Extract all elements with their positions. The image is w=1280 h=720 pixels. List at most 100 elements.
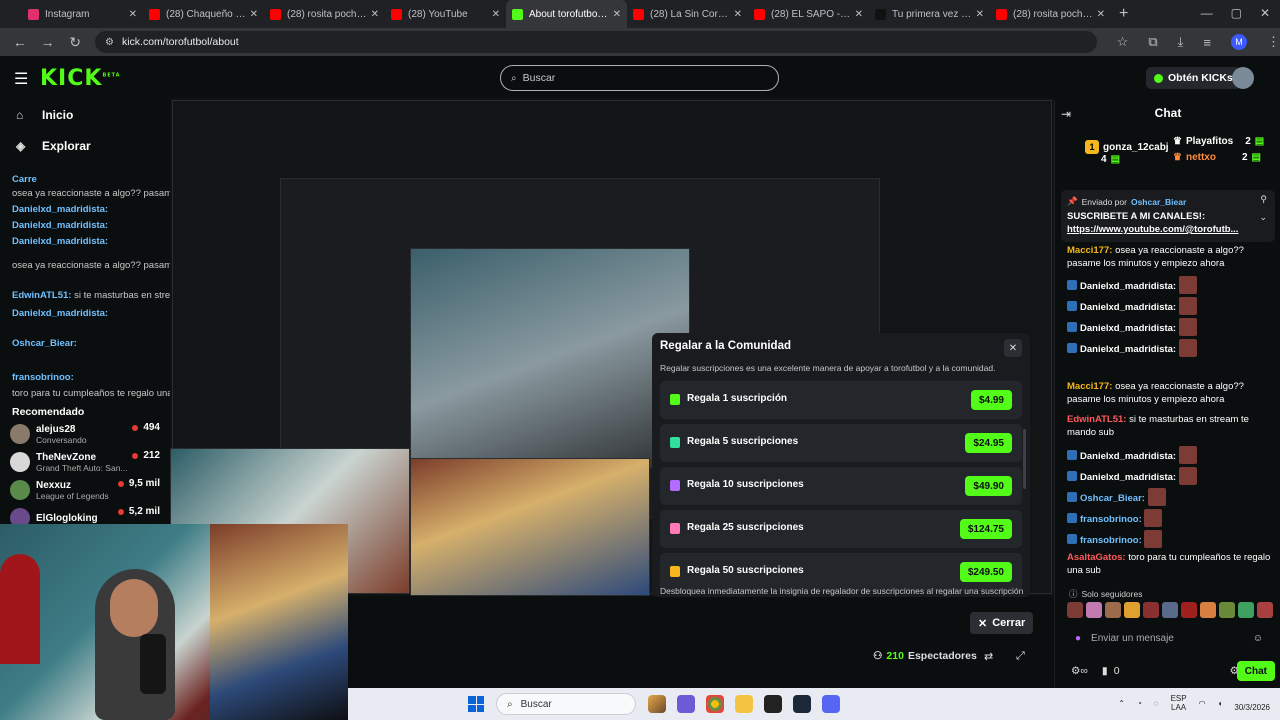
chat-username[interactable]: fransobrinoo:: [1080, 535, 1142, 546]
close-tab-icon[interactable]: ✕: [371, 9, 379, 20]
chat-message[interactable]: Danielxd_madridista:: [1067, 339, 1271, 357]
chat-username[interactable]: Oshcar_Biear:: [1080, 493, 1145, 504]
chat-message[interactable]: Danielxd_madridista:: [1067, 297, 1271, 315]
get-kicks-button[interactable]: Obtén KICKs: [1146, 67, 1241, 89]
chat-username[interactable]: Danielxd_madridista:: [1080, 302, 1176, 313]
modal-scrollbar[interactable]: [1023, 429, 1026, 489]
gift-option[interactable]: Regala 25 suscripciones $124.75: [660, 510, 1022, 548]
chat-username[interactable]: Danielxd_madridista:: [1080, 323, 1176, 334]
chat-message[interactable]: Oshcar_Biear:: [1067, 488, 1271, 506]
chat-message[interactable]: AsaltaGatos: toro para tu cumpleaños te …: [1067, 551, 1271, 577]
download-icon[interactable]: ⤓: [1178, 34, 1184, 50]
close-window-icon[interactable]: ✕: [1260, 6, 1270, 20]
gift-option[interactable]: Regala 1 suscripción $4.99: [660, 381, 1022, 419]
menu-icon[interactable]: ☰: [14, 69, 28, 89]
recommended-channel[interactable]: Nexxuz League of Legends 9,5 mil: [10, 476, 160, 504]
browser-tab[interactable]: About torofutbol - Vi ✕: [506, 0, 627, 28]
browser-tab[interactable]: Instagram ✕: [22, 0, 143, 28]
emote-icon[interactable]: [1105, 602, 1121, 618]
close-tab-icon[interactable]: ✕: [250, 9, 258, 20]
browser-tab[interactable]: Tu primera vez 💔 | ✕: [869, 0, 990, 28]
gift-price-button[interactable]: $249.50: [959, 562, 1012, 582]
close-tab-icon[interactable]: ✕: [1097, 9, 1105, 20]
discord-icon[interactable]: [822, 695, 840, 713]
send-chat-button[interactable]: Chat: [1236, 661, 1275, 681]
browser-tab[interactable]: (28) EL SAPO - LA RE ✕: [748, 0, 869, 28]
gift-option[interactable]: Regala 5 suscripciones $24.95: [660, 424, 1022, 462]
pinned-message[interactable]: 📌 Enviado por Oshcar_Biear ⚲ ⌄ SUSCRIBET…: [1061, 190, 1275, 242]
close-tab-icon[interactable]: ✕: [129, 9, 137, 20]
gift-price-button[interactable]: $24.95: [965, 433, 1012, 453]
leaderboard-entry[interactable]: ♛ Playafitos 2 ▤: [1173, 136, 1264, 147]
chat-message[interactable]: Macci177: osea ya reaccionaste a algo?? …: [1067, 244, 1271, 270]
user-avatar[interactable]: [1232, 67, 1254, 89]
browser-menu-icon[interactable]: ⋮: [1267, 34, 1280, 50]
kick-logo[interactable]: KICKBETA: [40, 66, 121, 91]
close-tab-icon[interactable]: ✕: [492, 9, 500, 20]
emote-icon[interactable]: [1238, 602, 1254, 618]
mod-tools-icon[interactable]: ⚙∞: [1071, 665, 1088, 677]
microphone-icon[interactable]: ●: [1075, 633, 1081, 644]
recommended-channel[interactable]: alejus28 Conversando 494: [10, 420, 160, 448]
chat-username[interactable]: fransobrinoo:: [1080, 514, 1142, 525]
emote-icon[interactable]: [1162, 602, 1178, 618]
forward-icon[interactable]: →: [40, 34, 56, 50]
browser-tab[interactable]: (28) YouTube ✕: [385, 0, 506, 28]
chat-message[interactable]: Macci177: osea ya reaccionaste a algo?? …: [1067, 380, 1271, 406]
widget-icon[interactable]: [648, 695, 666, 713]
chat-message-input[interactable]: ● Enviar un mensaje ☺: [1067, 626, 1271, 650]
emote-icon[interactable]: [1086, 602, 1102, 618]
leaderboard-entry[interactable]: ♛ nettxo 2 ▤: [1173, 152, 1261, 163]
reload-icon[interactable]: ↻: [67, 34, 83, 51]
pinned-link[interactable]: https://www.youtube.com/@torofutb...: [1067, 224, 1238, 235]
chat-username[interactable]: Danielxd_madridista:: [1080, 281, 1176, 292]
speaker-icon[interactable]: ◔: [1137, 699, 1142, 708]
emote-icon[interactable]: [1257, 602, 1273, 618]
wifi-icon[interactable]: ◠: [1199, 699, 1206, 708]
emote-icon[interactable]: [1181, 602, 1197, 618]
emote-icon[interactable]: [1200, 602, 1216, 618]
share-icon[interactable]: ⇄: [984, 650, 993, 663]
browser-tab[interactable]: (28) Chaqueño Palav ✕: [143, 0, 264, 28]
search-input[interactable]: ⌕ Buscar: [500, 65, 779, 91]
reading-list-icon[interactable]: ≡: [1203, 35, 1211, 50]
app-icon[interactable]: [677, 695, 695, 713]
gift-option[interactable]: Regala 10 suscripciones $49.90: [660, 467, 1022, 505]
close-tab-icon[interactable]: ✕: [855, 9, 863, 20]
steam-icon[interactable]: [793, 695, 811, 713]
sidebar-item-explorar[interactable]: ◈ Explorar: [16, 139, 91, 153]
browser-tab[interactable]: (28) La Sin Corazón ✕: [627, 0, 748, 28]
chat-username[interactable]: Macci177:: [1067, 381, 1112, 392]
chevron-down-icon[interactable]: ⌄: [1259, 212, 1267, 223]
chat-message[interactable]: Danielxd_madridista:: [1067, 276, 1271, 294]
sidebar-item-inicio[interactable]: ⌂ Inicio: [16, 108, 73, 122]
close-tab-icon[interactable]: ✕: [613, 9, 621, 20]
pin-icon[interactable]: ⚲: [1260, 194, 1267, 205]
close-icon[interactable]: ✕: [1004, 339, 1022, 357]
network-icon[interactable]: ◌: [1154, 699, 1159, 708]
emote-icon[interactable]: [1219, 602, 1235, 618]
browser-tab[interactable]: (28) rosita pochi - Yo ✕: [264, 0, 385, 28]
gift-price-button[interactable]: $124.75: [959, 519, 1012, 539]
emote-icon[interactable]: [1067, 602, 1083, 618]
maximize-icon[interactable]: ▢: [1231, 6, 1242, 20]
chat-username[interactable]: EdwinATL51:: [1067, 414, 1126, 425]
emote-icon[interactable]: [1143, 602, 1159, 618]
gift-price-button[interactable]: $4.99: [970, 390, 1012, 410]
site-info-icon[interactable]: ⚙: [105, 37, 114, 48]
chat-message[interactable]: Danielxd_madridista:: [1067, 467, 1271, 485]
windows-start-icon[interactable]: [468, 696, 484, 712]
taskbar-search[interactable]: ⌕ Buscar: [496, 693, 636, 715]
chat-message[interactable]: Danielxd_madridista:: [1067, 446, 1271, 464]
close-tab-icon[interactable]: ✕: [734, 9, 742, 20]
address-bar[interactable]: ⚙ kick.com/torofutbol/about: [94, 31, 1097, 53]
emote-icon[interactable]: [1124, 602, 1140, 618]
emoji-icon[interactable]: ☺: [1253, 633, 1263, 644]
clock[interactable]: 30/3/2026: [1234, 694, 1270, 712]
chat-username[interactable]: Danielxd_madridista:: [1080, 451, 1176, 462]
back-icon[interactable]: ←: [12, 34, 28, 50]
language-indicator[interactable]: ESP LAA: [1171, 694, 1187, 712]
close-tab-icon[interactable]: ✕: [976, 9, 984, 20]
chat-username[interactable]: AsaltaGatos:: [1067, 552, 1126, 563]
chat-message[interactable]: EdwinATL51: si te masturbas en stream te…: [1067, 413, 1271, 439]
